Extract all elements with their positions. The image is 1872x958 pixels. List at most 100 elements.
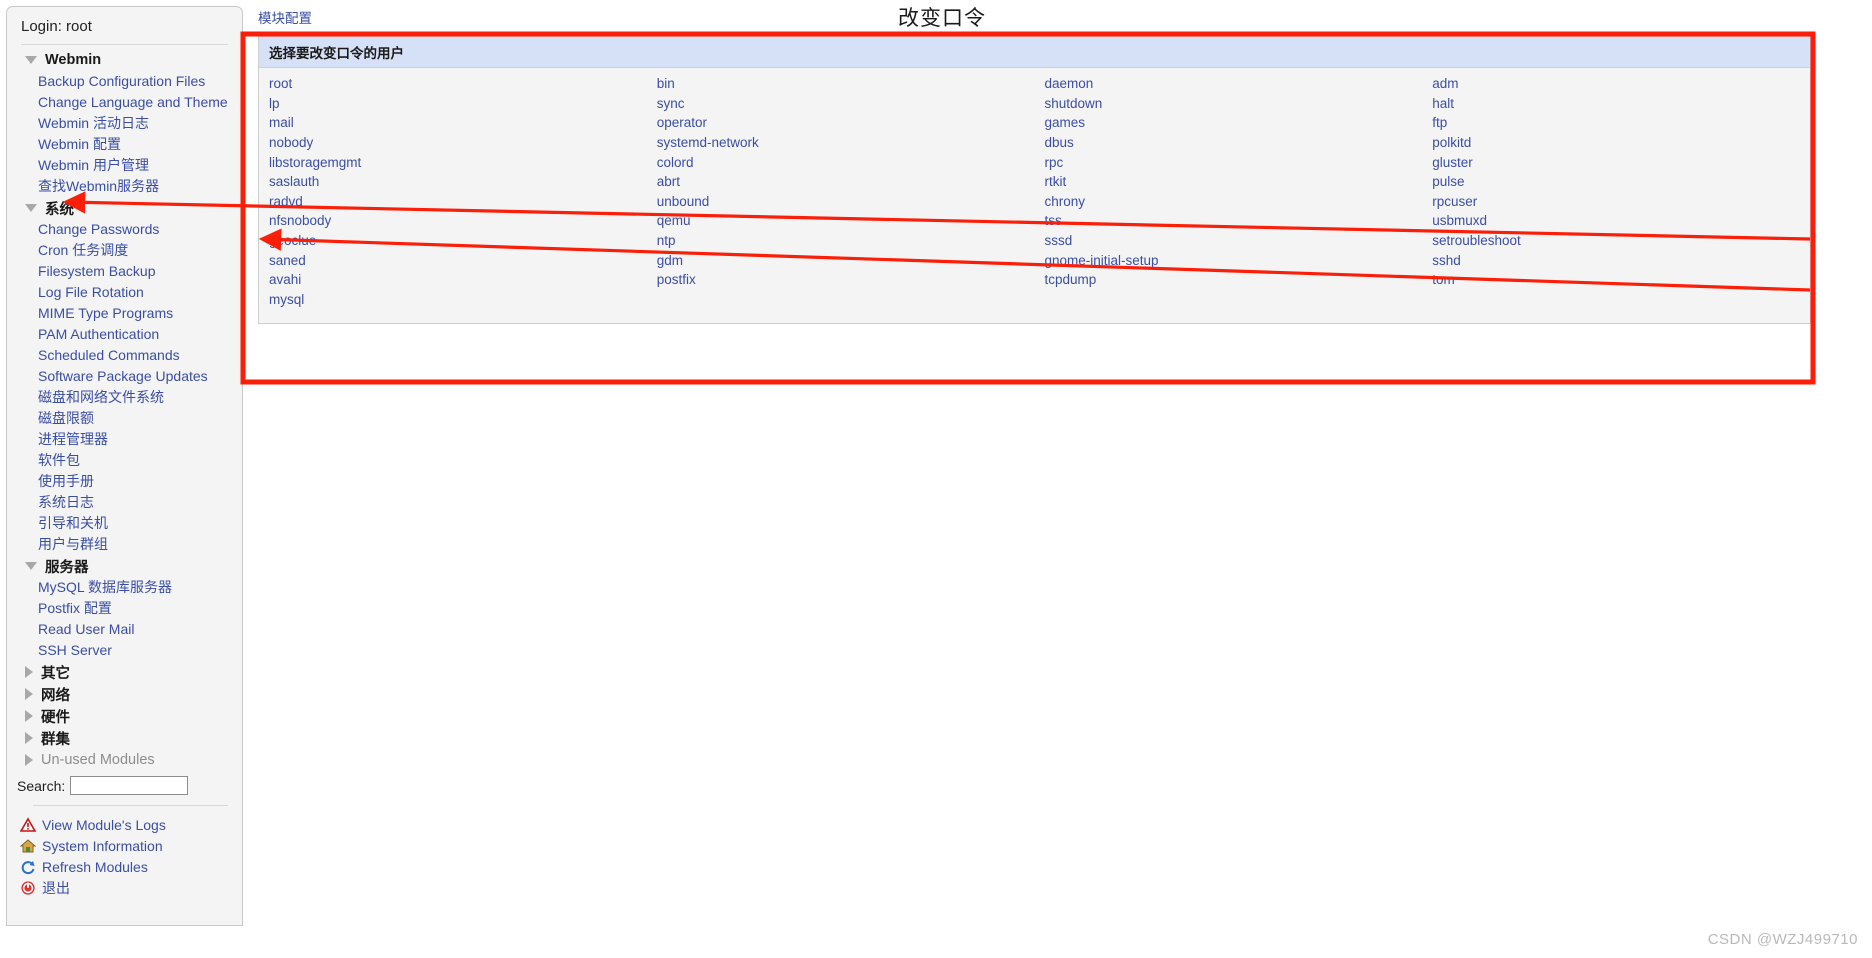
user-cell[interactable]: saslauth [259, 172, 647, 192]
user-link[interactable]: tcpdump [1045, 272, 1097, 287]
sidebar-footer-link[interactable]: 退出 [7, 877, 242, 898]
user-link[interactable]: nfsnobody [269, 213, 331, 228]
user-cell[interactable]: gluster [1422, 152, 1810, 172]
sidebar-item[interactable]: Postfix 配置 [7, 598, 242, 619]
user-cell[interactable]: lp [259, 94, 647, 114]
sidebar-item-label[interactable]: Change Language and Theme [38, 94, 228, 110]
user-link[interactable]: saned [269, 253, 306, 268]
user-cell[interactable]: gdm [647, 250, 1035, 270]
sidebar-footer-link[interactable]: Refresh Modules [7, 856, 242, 877]
sidebar-item[interactable]: Scheduled Commands [7, 345, 242, 366]
user-cell[interactable]: rpc [1035, 152, 1423, 172]
sidebar-item-label[interactable]: Webmin 活动日志 [38, 115, 149, 131]
sidebar-item-label[interactable]: 软件包 [38, 452, 80, 468]
user-cell[interactable]: unbound [647, 192, 1035, 212]
user-link[interactable]: avahi [269, 272, 301, 287]
sidebar-item[interactable]: 用户与群组 [7, 534, 242, 555]
user-cell[interactable]: ntp [647, 231, 1035, 251]
user-cell[interactable]: usbmuxd [1422, 211, 1810, 231]
user-link[interactable]: colord [657, 155, 694, 170]
sidebar-item[interactable]: 查找Webmin服务器 [7, 176, 242, 197]
sidebar-item[interactable]: 磁盘和网络文件系统 [7, 387, 242, 408]
user-link[interactable]: rtkit [1045, 174, 1067, 189]
user-cell[interactable]: polkitd [1422, 133, 1810, 153]
user-link[interactable]: operator [657, 115, 707, 130]
sidebar-item-label[interactable]: SSH Server [38, 642, 112, 658]
user-cell[interactable]: nobody [259, 133, 647, 153]
user-link[interactable]: saslauth [269, 174, 319, 189]
sidebar-item[interactable]: Webmin 配置 [7, 134, 242, 155]
user-link[interactable]: geoclue [269, 233, 316, 248]
user-link[interactable]: games [1045, 115, 1086, 130]
sidebar-footer-link[interactable]: System Information [7, 835, 242, 856]
user-cell[interactable]: geoclue [259, 231, 647, 251]
sidebar-category-5[interactable]: 网络 [7, 683, 242, 705]
sidebar-item-label[interactable]: PAM Authentication [38, 326, 159, 342]
user-link[interactable]: pulse [1432, 174, 1464, 189]
sidebar-item-label[interactable]: Backup Configuration Files [38, 73, 205, 89]
user-link[interactable]: bin [657, 76, 675, 91]
sidebar-category-3[interactable]: 服务器 [7, 555, 242, 577]
user-cell[interactable]: adm [1422, 74, 1810, 94]
user-cell[interactable]: rpcuser [1422, 192, 1810, 212]
user-link[interactable]: gnome-initial-setup [1045, 253, 1159, 268]
user-link[interactable]: usbmuxd [1432, 213, 1487, 228]
sidebar-item-label[interactable]: 查找Webmin服务器 [38, 178, 159, 194]
user-link[interactable]: tom [1432, 272, 1455, 287]
sidebar-item-label[interactable]: 磁盘和网络文件系统 [38, 389, 164, 405]
user-cell[interactable]: chrony [1035, 192, 1423, 212]
sidebar-item-label[interactable]: 系统日志 [38, 494, 94, 510]
user-link[interactable]: setroubleshoot [1432, 233, 1521, 248]
user-link[interactable]: chrony [1045, 194, 1086, 209]
sidebar-item[interactable]: 进程管理器 [7, 429, 242, 450]
user-link[interactable]: ntp [657, 233, 676, 248]
user-link[interactable]: polkitd [1432, 135, 1471, 150]
sidebar-item-label[interactable]: 使用手册 [38, 473, 94, 489]
sidebar-item[interactable]: 引导和关机 [7, 513, 242, 534]
user-link[interactable]: shutdown [1045, 96, 1103, 111]
user-cell[interactable]: systemd-network [647, 133, 1035, 153]
sidebar-item[interactable]: Software Package Updates [7, 366, 242, 387]
sidebar-item[interactable]: PAM Authentication [7, 324, 242, 345]
user-cell[interactable]: root [259, 74, 647, 94]
user-link[interactable]: mail [269, 115, 294, 130]
user-link[interactable]: root [269, 76, 292, 91]
user-cell[interactable]: tom [1422, 270, 1810, 290]
sidebar-item-label[interactable]: Postfix 配置 [38, 600, 112, 616]
sidebar-category-8[interactable]: Un-used Modules [7, 749, 242, 771]
user-cell[interactable]: bin [647, 74, 1035, 94]
sidebar-footer-link[interactable]: View Module's Logs [7, 814, 242, 835]
sidebar-category-7[interactable]: 群集 [7, 727, 242, 749]
user-link[interactable]: dbus [1045, 135, 1074, 150]
user-cell[interactable]: tss [1035, 211, 1423, 231]
user-cell[interactable]: abrt [647, 172, 1035, 192]
sidebar-category-2[interactable]: 系统 [7, 197, 242, 219]
user-link[interactable]: postfix [657, 272, 696, 287]
sidebar-item-label[interactable]: 进程管理器 [38, 431, 108, 447]
user-link[interactable]: sync [657, 96, 685, 111]
user-cell[interactable]: avahi [259, 270, 647, 290]
sidebar-item[interactable]: 使用手册 [7, 471, 242, 492]
sidebar-item-label[interactable]: Webmin 配置 [38, 136, 121, 152]
sidebar-category-6[interactable]: 硬件 [7, 705, 242, 727]
sidebar-item[interactable]: 磁盘限额 [7, 408, 242, 429]
sidebar-item[interactable]: SSH Server [7, 640, 242, 661]
user-link[interactable]: tss [1045, 213, 1062, 228]
user-cell[interactable]: setroubleshoot [1422, 231, 1810, 251]
user-link[interactable]: sshd [1432, 253, 1461, 268]
user-link[interactable]: gluster [1432, 155, 1473, 170]
user-cell[interactable]: shutdown [1035, 94, 1423, 114]
user-link[interactable]: mysql [269, 292, 304, 307]
sidebar-item-label[interactable]: Webmin 用户管理 [38, 157, 149, 173]
sidebar-item[interactable]: 系统日志 [7, 492, 242, 513]
user-cell[interactable]: radvd [259, 192, 647, 212]
user-link[interactable]: libstoragemgmt [269, 155, 361, 170]
user-cell[interactable]: rtkit [1035, 172, 1423, 192]
user-cell[interactable]: mysql [259, 290, 647, 310]
user-link[interactable]: gdm [657, 253, 683, 268]
user-link[interactable]: adm [1432, 76, 1458, 91]
user-cell[interactable]: pulse [1422, 172, 1810, 192]
sidebar-item-label[interactable]: MIME Type Programs [38, 305, 173, 321]
user-cell[interactable]: nfsnobody [259, 211, 647, 231]
user-link[interactable]: sssd [1045, 233, 1073, 248]
